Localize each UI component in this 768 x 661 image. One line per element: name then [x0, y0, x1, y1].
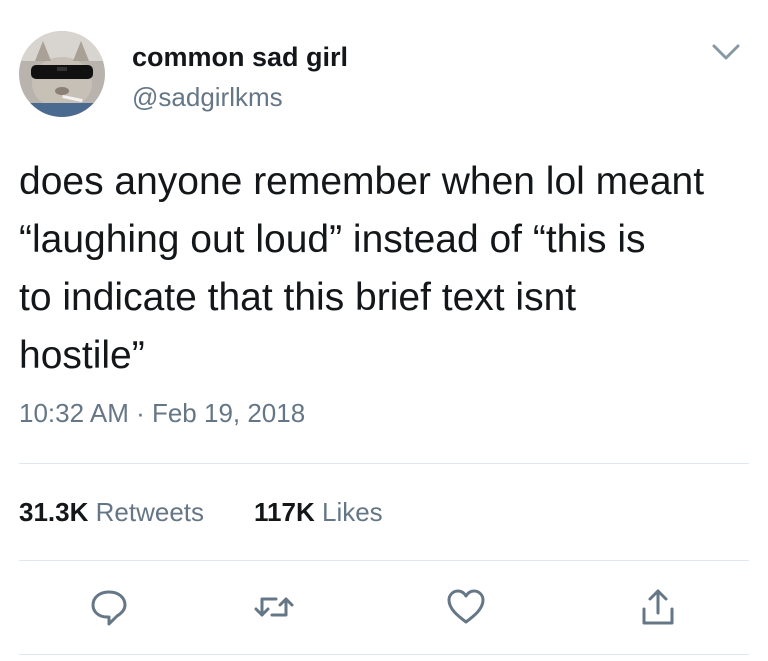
tweet-text: does anyone remember when lol meant “lau…	[19, 160, 705, 377]
chevron-down-icon	[712, 44, 740, 60]
like-button[interactable]	[444, 585, 488, 629]
engagement-stats: 31.3K Retweets 117K Likes	[19, 497, 383, 528]
display-name[interactable]: common sad girl	[132, 42, 348, 73]
retweet-icon	[254, 597, 294, 617]
divider	[19, 463, 749, 464]
reply-icon	[91, 590, 127, 626]
share-icon	[642, 589, 674, 625]
likes-count: 117K	[254, 497, 315, 527]
avatar[interactable]	[19, 31, 105, 117]
retweets-label: Retweets	[95, 497, 205, 527]
divider	[19, 560, 749, 561]
more-options-button[interactable]	[708, 40, 744, 64]
likes-label: Likes	[321, 497, 383, 527]
divider	[19, 654, 749, 655]
tweet-timestamp[interactable]: 10:32 AM · Feb 19, 2018	[19, 398, 305, 429]
retweets-stat[interactable]: 31.3K Retweets	[19, 497, 204, 528]
user-handle[interactable]: @sadgirlkms	[132, 82, 283, 113]
share-button[interactable]	[636, 585, 680, 629]
cat-sunglasses-avatar-image	[19, 31, 105, 117]
retweets-count: 31.3K	[19, 497, 89, 527]
heart-icon	[447, 589, 485, 624]
retweet-button[interactable]	[252, 585, 296, 629]
reply-button[interactable]	[87, 585, 131, 629]
likes-stat[interactable]: 117K Likes	[254, 497, 383, 528]
